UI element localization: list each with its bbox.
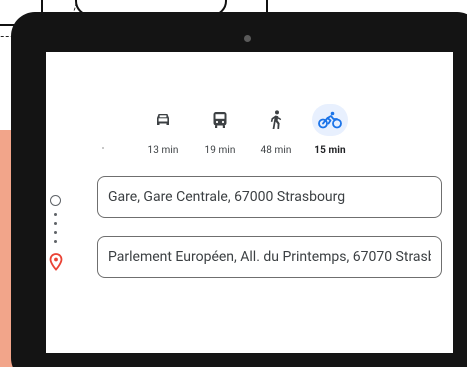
travel-mode-walking[interactable]: 48 min [248,104,304,164]
camera-icon [244,35,251,42]
transit-icon [202,104,238,136]
stray-dot [102,147,104,149]
route-dot [54,213,57,216]
origin-input[interactable] [108,189,431,205]
travel-time-walking: 48 min [260,145,292,156]
tablet-frame: 13 min 19 min 48 min 15 min Gare, Gare C… [11,12,467,367]
route-markers [46,172,86,292]
walking-icon [258,104,294,136]
car-icon [145,104,181,136]
destination-field[interactable] [97,236,442,278]
travel-time-transit: 19 min [204,145,236,156]
travel-mode-cycling[interactable]: 15 min [302,104,358,164]
travel-time-car: 13 min [147,145,179,156]
route-dot [54,222,57,225]
travel-mode-car[interactable]: 13 min [135,104,191,164]
origin-field[interactable] [97,176,442,218]
tablet-screen: 13 min 19 min 48 min 15 min Gare, Gare C… [46,52,453,353]
destination-pin-icon [49,253,63,275]
route-dot [54,231,57,234]
illustration-stage: 13 min 19 min 48 min 15 min Gare, Gare C… [0,0,467,367]
travel-mode-transit[interactable]: 19 min [192,104,248,164]
destination-input[interactable] [108,249,431,265]
travel-time-cycling: 15 min [314,145,346,156]
origin-circle-icon [50,195,61,206]
bicycle-icon [312,104,348,136]
route-dot [54,240,57,243]
travel-mode-selector: 13 min 19 min 48 min 15 min [46,104,453,164]
